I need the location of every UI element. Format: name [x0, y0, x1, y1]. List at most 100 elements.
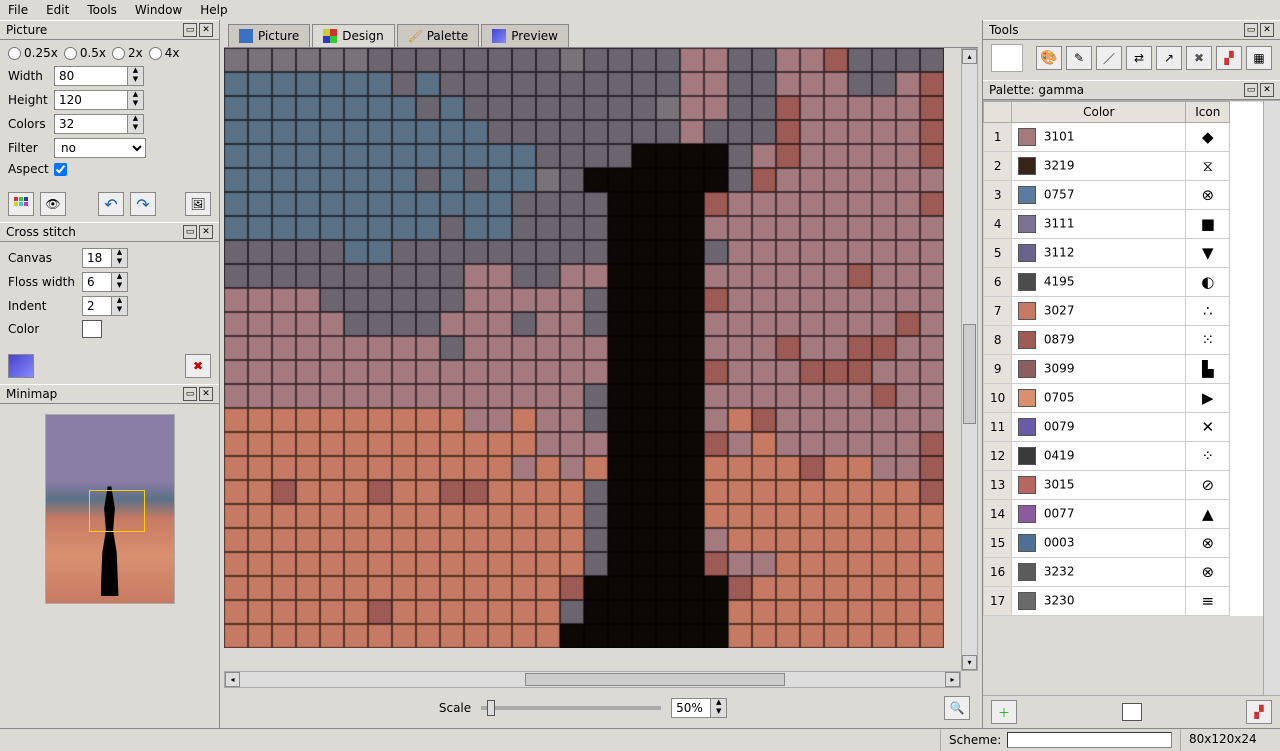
canvas-spinner[interactable]: ▲▼ — [112, 248, 128, 268]
menu-help[interactable]: Help — [200, 3, 227, 17]
indent-label: Indent — [8, 299, 82, 313]
palette-grid-icon[interactable] — [8, 192, 34, 216]
palette-row[interactable]: 5 3112▼ — [984, 239, 1263, 268]
panel-undock-icon[interactable]: ▭ — [1244, 23, 1258, 37]
zoom-0-5x[interactable]: 0.5x — [64, 46, 106, 60]
add-color-icon[interactable]: ＋ — [991, 700, 1017, 724]
zoom-2x[interactable]: 2x — [112, 46, 143, 60]
status-dimensions: 80x120x24 — [1180, 729, 1280, 751]
horizontal-scrollbar[interactable]: ◂▸ — [224, 671, 961, 688]
panel-undock-icon[interactable]: ▭ — [183, 23, 197, 37]
indent-input[interactable] — [82, 296, 112, 316]
disable-icon[interactable]: ✖ — [1186, 46, 1212, 70]
aspect-label: Aspect — [8, 162, 54, 176]
aspect-checkbox[interactable] — [54, 163, 67, 176]
height-spinner[interactable]: ▲▼ — [128, 90, 144, 110]
menu-tools[interactable]: Tools — [87, 3, 117, 17]
panel-close-icon[interactable]: ✕ — [199, 23, 213, 37]
floss-spinner[interactable]: ▲▼ — [112, 272, 128, 292]
panel-undock-icon[interactable]: ▭ — [183, 225, 197, 239]
scheme-input[interactable] — [1007, 732, 1172, 748]
palette-row[interactable]: 13 3015⊘ — [984, 471, 1263, 500]
magnify-icon[interactable]: 🔍 — [944, 696, 970, 720]
palette-row[interactable]: 16 3232⊗ — [984, 558, 1263, 587]
stamp-icon[interactable]: ▞ — [1216, 46, 1242, 70]
tools-panel: 🎨 ✎ ／ ⇄ ↗ ✖ ▞ ▦ — [983, 40, 1280, 80]
panel-close-icon[interactable]: ✕ — [199, 387, 213, 401]
apply-image-icon[interactable]: 🖼 — [185, 192, 211, 216]
zoom-0-25x[interactable]: 0.25x — [8, 46, 58, 60]
palette-scrollbar[interactable] — [1263, 101, 1280, 695]
indent-spinner[interactable]: ▲▼ — [112, 296, 128, 316]
panel-undock-icon[interactable]: ▭ — [1244, 83, 1258, 97]
current-color-swatch[interactable] — [1122, 703, 1142, 721]
scale-input[interactable] — [671, 698, 711, 718]
line-tool-icon[interactable]: ↗ — [1156, 46, 1182, 70]
menu-file[interactable]: File — [8, 3, 28, 17]
col-icon[interactable]: Icon — [1186, 102, 1230, 123]
panel-title-cross: Cross stitch ▭ ✕ — [0, 222, 219, 242]
minimap-image[interactable] — [45, 414, 175, 604]
palette-row[interactable]: 1 3101◆ — [984, 123, 1263, 152]
delete-icon[interactable]: ✖ — [185, 354, 211, 378]
palette-row[interactable]: 17 3230≡ — [984, 587, 1263, 616]
palette-row[interactable]: 6 4195◐ — [984, 268, 1263, 297]
height-input[interactable] — [54, 90, 128, 110]
statusbar: Scheme: 80x120x24 — [0, 728, 1280, 751]
palette-row[interactable]: 11 0079✕ — [984, 413, 1263, 442]
swap-colors-icon[interactable]: ⇄ — [1126, 46, 1152, 70]
filter-select[interactable]: no — [54, 138, 146, 158]
menu-edit[interactable]: Edit — [46, 3, 69, 17]
brush-tool-icon[interactable]: ／ — [1096, 46, 1122, 70]
floss-input[interactable] — [82, 272, 112, 292]
grid-tool-icon[interactable]: ▦ — [1246, 46, 1272, 70]
panel-close-icon[interactable]: ✕ — [1260, 83, 1274, 97]
tab-design[interactable]: Design — [312, 24, 394, 47]
colors-input[interactable] — [54, 114, 128, 134]
panel-undock-icon[interactable]: ▭ — [183, 387, 197, 401]
redo-icon[interactable]: ↷ — [130, 192, 156, 216]
foreground-color-well[interactable] — [991, 44, 1023, 72]
color-swatch[interactable] — [82, 320, 102, 338]
preview-icon — [492, 29, 506, 43]
col-color[interactable]: Color — [1012, 102, 1186, 123]
width-spinner[interactable]: ▲▼ — [128, 66, 144, 86]
tab-picture[interactable]: Picture — [228, 24, 310, 47]
width-input[interactable] — [54, 66, 128, 86]
canvas-input[interactable] — [82, 248, 112, 268]
preview-tile-icon[interactable] — [8, 354, 34, 378]
palette-row[interactable]: 15 0003⊗ — [984, 529, 1263, 558]
palette-row[interactable]: 14 0077▲ — [984, 500, 1263, 529]
palette-row[interactable]: 7 3027∴ — [984, 297, 1263, 326]
palette-row[interactable]: 12 0419⁘ — [984, 442, 1263, 471]
brush-icon: 🖌 — [408, 29, 422, 43]
color-wheel-icon[interactable]: 🎨 — [1036, 46, 1062, 70]
palette-row[interactable]: 9 3099▙ — [984, 355, 1263, 384]
palette-row[interactable]: 10 0705▶ — [984, 384, 1263, 413]
menu-window[interactable]: Window — [135, 3, 182, 17]
photo-icon — [239, 29, 253, 43]
palette-row[interactable]: 4 3111■ — [984, 210, 1263, 239]
palette-row[interactable]: 2 3219⧖ — [984, 152, 1263, 181]
colors-spinner[interactable]: ▲▼ — [128, 114, 144, 134]
panel-title-palette-label: Palette: gamma — [989, 83, 1242, 97]
eye-icon[interactable]: 👁 — [40, 192, 66, 216]
zoom-4x[interactable]: 4x — [149, 46, 180, 60]
palette-row[interactable]: 8 0879⁙ — [984, 326, 1263, 355]
pencil-icon[interactable]: ✎ — [1066, 46, 1092, 70]
undo-icon[interactable]: ↶ — [98, 192, 124, 216]
remove-color-icon[interactable]: ▞ — [1246, 700, 1272, 724]
design-canvas[interactable] — [224, 48, 961, 671]
scale-spinner[interactable]: ▲▼ — [711, 698, 727, 718]
vertical-scrollbar[interactable]: ▴▾ — [961, 48, 978, 671]
left-sidebar: Picture ▭ ✕ 0.25x 0.5x 2x 4x Width ▲▼ He… — [0, 20, 220, 728]
tabbar: Picture Design 🖌Palette Preview — [224, 20, 978, 48]
scale-slider[interactable] — [481, 706, 661, 710]
col-number[interactable] — [984, 102, 1012, 123]
tab-palette[interactable]: 🖌Palette — [397, 24, 480, 47]
width-label: Width — [8, 69, 54, 83]
tab-preview[interactable]: Preview — [481, 24, 569, 47]
palette-row[interactable]: 3 0757⊗ — [984, 181, 1263, 210]
panel-close-icon[interactable]: ✕ — [199, 225, 213, 239]
panel-close-icon[interactable]: ✕ — [1260, 23, 1274, 37]
